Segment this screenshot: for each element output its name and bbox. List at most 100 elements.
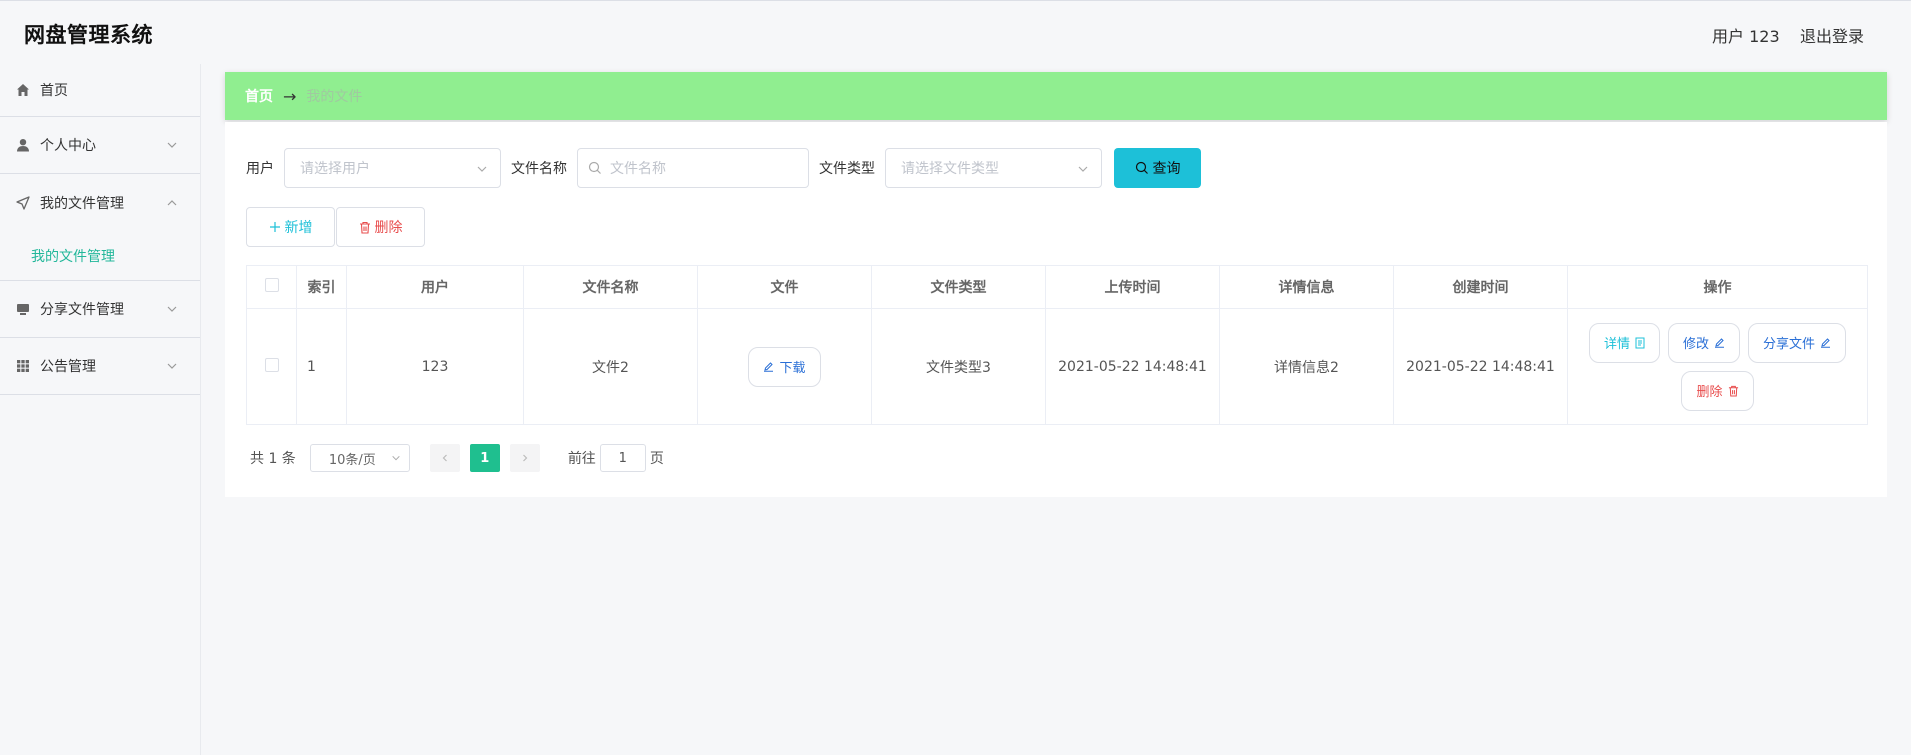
file-type-filter-label: 文件类型 [819,161,875,177]
file-table: 索引 用户 文件名称 文件 文件类型 上传时间 详情信息 创建时间 操作 1 1… [246,265,1868,425]
download-button-label: 下载 [779,361,806,376]
breadcrumb-separator: → [283,86,297,106]
user-filter-label: 用户 [246,161,274,177]
sidebar-item-shared-files[interactable]: 分享文件管理 [0,281,200,338]
header-file-type: 文件类型 [871,265,1046,309]
sidebar-item-label: 个人中心 [40,138,96,154]
next-page-button[interactable] [509,444,540,472]
chevron-down-icon [477,166,487,172]
logout-link[interactable]: 退出登录 [1800,23,1864,47]
sidebar: 首页 个人中心 我的文件管理 我的文件管理 分享文件管理 公告管理 [0,64,201,755]
add-button[interactable]: 新增 [246,207,335,247]
search-form: 用户 请选择用户 文件名称 文件名称 文件类型 请选择文件类型 查询 [246,148,1201,188]
edit-icon [764,362,774,372]
pagination: 共 1 条 10条/页 1 前往 1 页 [250,444,664,472]
query-button-label: 查询 [1152,161,1181,177]
header-detail-info: 详情信息 [1219,265,1394,309]
header-create-time: 创建时间 [1393,265,1568,309]
action-bar: 新增 删除 [246,207,425,247]
header-select-all [246,265,297,309]
chevron-right-icon [522,454,528,462]
user-icon [16,138,30,152]
header-index: 索引 [296,265,347,309]
header-user: 用户 [346,265,524,309]
file-type-select[interactable]: 请选择文件类型 [885,148,1102,188]
breadcrumb: 首页 → 我的文件 [225,72,1887,120]
chevron-left-icon [442,454,447,462]
page-suffix-label: 页 [649,451,664,467]
user-select[interactable]: 请选择用户 [284,148,501,188]
header-upload-time: 上传时间 [1045,265,1220,309]
table-header-row: 索引 用户 文件名称 文件 文件类型 上传时间 详情信息 创建时间 操作 [246,265,1868,309]
cell-index: 1 [296,308,347,425]
file-name-input[interactable]: 文件名称 [577,148,809,188]
cell-file: 下载 [697,308,872,425]
sidebar-item-announcements[interactable]: 公告管理 [0,338,200,395]
file-name-filter-label: 文件名称 [511,161,567,177]
sidebar-item-my-files[interactable]: 我的文件管理 [0,174,200,231]
sidebar-item-home[interactable]: 首页 [0,64,200,117]
table-row: 1 123 文件2 下载 文件类型3 2021-05-22 14:48:41 详… [246,308,1868,425]
cell-create-time: 2021-05-22 14:48:41 [1393,308,1568,425]
prev-page-button[interactable] [429,444,460,472]
send-icon [16,195,30,210]
monitor-icon [16,302,30,316]
edit-icon [1821,338,1831,348]
content-panel: 用户 请选择用户 文件名称 文件名称 文件类型 请选择文件类型 查询 新增 删除… [225,122,1887,497]
app-title: 网盘管理系统 [24,23,153,47]
page-number-current[interactable]: 1 [469,444,500,472]
cell-upload-time: 2021-05-22 14:48:41 [1045,308,1220,425]
cell-user: 123 [346,308,524,425]
chevron-down-icon [167,142,177,148]
row-checkbox[interactable] [264,357,279,372]
breadcrumb-current: 我的文件 [306,89,363,105]
chevron-down-icon [392,455,400,461]
file-name-placeholder: 文件名称 [610,161,666,177]
sidebar-item-label: 公告管理 [40,359,96,375]
sidebar-item-label: 我的文件管理 [40,195,124,212]
goto-page-input[interactable]: 1 [599,444,646,472]
sidebar-subitem-my-file-management[interactable]: 我的文件管理 [0,231,200,281]
add-button-label: 新增 [284,220,313,236]
top-header: 网盘管理系统 用户 123 退出登录 [0,0,1911,64]
download-button[interactable]: 下载 [748,346,821,387]
cell-file-type: 文件类型3 [871,308,1046,425]
cell-operations: 详情 修改 分享文件 删除 [1567,308,1868,425]
cell-file-name: 文件2 [523,308,698,425]
batch-delete-button[interactable]: 删除 [336,207,425,247]
grid-icon [16,359,30,373]
sidebar-item-profile[interactable]: 个人中心 [0,117,200,174]
chevron-down-icon [167,363,177,369]
chevron-down-icon [1078,166,1088,172]
query-button[interactable]: 查询 [1114,148,1201,188]
edit-button-label: 修改 [1682,337,1709,352]
main-content: 首页 → 我的文件 用户 请选择用户 文件名称 文件名称 文件类型 请选择文件类… [225,72,1887,497]
batch-delete-button-label: 删除 [374,220,403,236]
detail-button-label: 详情 [1603,337,1630,352]
user-select-placeholder: 请选择用户 [300,161,370,177]
page-size-select[interactable]: 10条/页 [309,444,410,472]
delete-button-label: 删除 [1696,385,1723,400]
edit-icon [1715,338,1724,348]
current-user-label: 用户 123 [1712,27,1780,46]
select-all-checkbox[interactable] [264,278,279,292]
trash-icon [359,221,370,234]
header-file: 文件 [697,265,872,309]
delete-button[interactable]: 删除 [1681,370,1754,411]
header-file-name: 文件名称 [523,265,698,309]
pagination-total: 共 1 条 [250,451,296,467]
document-icon [1635,337,1645,348]
goto-label: 前往 [567,451,596,467]
chevron-down-icon [167,306,177,312]
trash-icon [1728,385,1738,397]
detail-button[interactable]: 详情 [1588,322,1660,363]
plus-icon [269,222,280,232]
edit-button[interactable]: 修改 [1667,322,1740,363]
home-icon [16,83,30,97]
breadcrumb-home-link[interactable]: 首页 [245,86,273,106]
share-file-button[interactable]: 分享文件 [1748,322,1847,363]
file-type-select-placeholder: 请选择文件类型 [901,161,999,177]
chevron-up-icon [167,199,177,205]
sidebar-item-label: 分享文件管理 [40,302,124,318]
cell-select [246,308,297,425]
